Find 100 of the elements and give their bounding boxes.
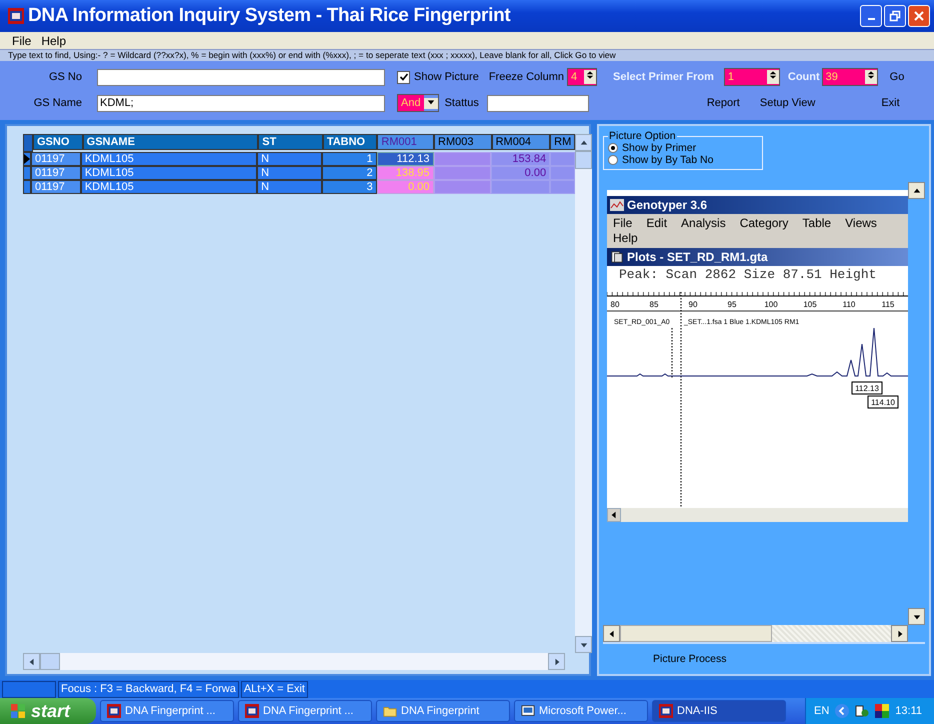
restore-button[interactable] [884,5,906,27]
down-arrow-icon [580,640,588,648]
column-header[interactable]: ST [258,134,323,150]
tray-icon[interactable] [875,704,890,718]
tray-icon[interactable] [855,704,870,718]
picture-process-link[interactable]: Picture Process [653,653,727,665]
scale-label: 95 [728,300,736,309]
restore-icon [889,10,901,22]
table-cell [550,180,575,194]
radio-label[interactable]: Show by By Tab No [622,154,714,166]
input-field[interactable]: KDML; [97,94,385,112]
column-header[interactable]: RM004 [492,134,550,150]
checkmark-icon [398,72,408,82]
radio-label[interactable]: Show by Primer [622,142,696,154]
scale-label: 100 [764,300,778,309]
column-header[interactable]: GSNAME [82,134,258,150]
status-pane [2,680,56,698]
minimize-button[interactable] [860,5,882,27]
down-arrow-icon [912,612,920,620]
language-indicator[interactable]: EN [814,705,830,717]
right-arrow-icon [552,658,560,666]
header-corner [23,134,33,152]
table-cell [550,166,575,180]
scale-label: 115 [882,300,894,309]
scale-label: 90 [688,300,698,309]
vertical-scrollbar[interactable] [908,182,925,625]
start-button[interactable]: start [0,698,96,724]
dropdown-arrow-icon [426,98,435,106]
window-title: Genotyper 3.6 [627,198,708,212]
table-cell: N [257,180,322,194]
left-arrow-icon [28,658,36,666]
table-cell: 1 [322,152,377,166]
table-cell: 01197 [31,166,81,180]
left-arrow-icon [608,630,616,638]
left-arrow-icon [610,511,618,519]
spinner-arrows-icon [768,70,777,80]
table-cell: N [257,166,322,180]
table-cell [434,166,492,180]
taskbar-item[interactable]: DNA Fingerprint ... [100,700,234,722]
windows-logo-icon [10,703,26,719]
column-header[interactable]: RM [550,134,576,150]
window-title: DNA Information Inquiry System - Thai Rice Fingerprint [28,5,512,27]
taskbar-item[interactable]: DNA Fingerprint ... [238,700,372,722]
row-indicator[interactable] [23,166,31,180]
field-label: Freeze Column [488,71,564,83]
spinner-arrows-icon [586,70,594,80]
app-icon [107,704,121,718]
show-picture-checkbox[interactable]: Show Picture [397,70,479,84]
column-header[interactable]: TABNO [322,134,378,150]
close-button[interactable] [908,5,930,27]
scroll-thumb[interactable] [40,653,60,670]
input-field[interactable] [486,94,589,112]
document-icon [610,251,624,263]
table-cell: KDML105 [80,166,258,180]
table-cell [434,152,492,166]
table-cell: 153.84 [491,152,550,166]
report-button[interactable]: Report [706,97,740,109]
table-cell: 0.00 [491,166,550,180]
status-text: ALt+X = Exit [240,680,308,698]
field-label: Select Primer From [613,71,714,83]
scroll-thumb[interactable] [620,625,772,642]
horizontal-scrollbar[interactable] [23,653,565,670]
table-cell: N [257,152,322,166]
input-field[interactable] [97,68,385,86]
row-indicator[interactable] [23,152,31,166]
scale-label: 80 [610,300,620,309]
table-cell: KDML105 [80,180,258,194]
clock: 13:11 [895,705,922,717]
radio-button[interactable] [608,155,618,165]
setup-view-button[interactable]: Setup View [760,97,816,109]
taskbar-item[interactable]: Microsoft Power... [514,700,648,722]
app-icon [245,704,259,718]
row-indicator[interactable] [23,180,31,194]
scale-label: 105 [803,300,817,309]
vertical-scrollbar[interactable] [575,134,592,653]
table-cell: 3 [322,180,377,194]
chevron-icon[interactable] [835,704,850,718]
close-icon [913,10,925,22]
app-icon [8,8,24,24]
table-cell [434,180,492,194]
table-cell: 01197 [31,152,81,166]
taskbar-item[interactable]: DNA-IIS [652,700,786,722]
column-header[interactable]: RM003 [434,134,492,150]
horizontal-scrollbar[interactable] [603,625,908,642]
group-title: Picture Option [608,130,677,142]
spinner-arrows-icon [866,70,875,80]
table-cell [491,180,550,194]
minimize-icon [868,18,874,20]
field-label: Count [788,71,820,83]
column-header[interactable]: GSNO [33,134,83,150]
peak-label: 114.10 [868,396,898,408]
exit-button[interactable]: Exit [881,97,900,109]
status-text: Focus : F3 = Backward, F4 = Forwa [58,680,239,698]
radio-button[interactable] [608,143,618,153]
go-button[interactable]: Go [890,71,904,83]
menu-item[interactable]: Help [41,34,66,48]
scroll-thumb[interactable] [575,151,592,169]
menu-item[interactable]: File [12,34,32,48]
taskbar-item[interactable]: DNA Fingerprint [376,700,510,722]
table-cell: 0.00 [376,180,434,194]
